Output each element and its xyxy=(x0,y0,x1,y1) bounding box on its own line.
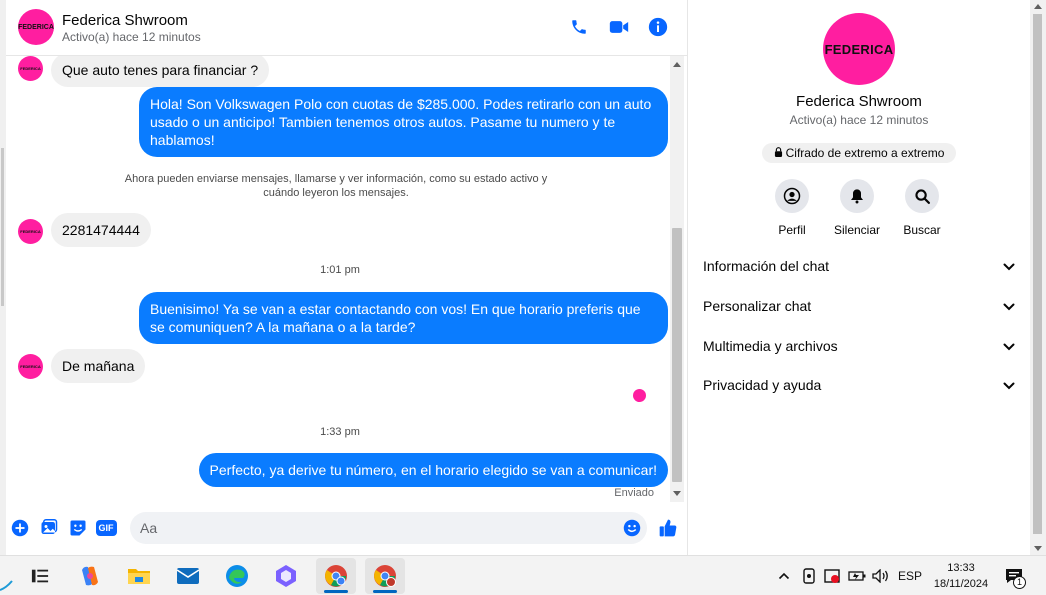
section-label: Privacidad y ayuda xyxy=(703,377,822,393)
search-icon xyxy=(905,179,939,213)
message-list: FEDERICA Que auto tenes para financiar ?… xyxy=(6,56,674,502)
profile-icon xyxy=(775,179,809,213)
section-privacy-help[interactable]: Privacidad y ayuda xyxy=(703,375,1015,395)
chat-scroll-thumb[interactable] xyxy=(672,228,682,482)
scroll-down-arrow[interactable] xyxy=(673,491,681,496)
timestamp: 1:01 pm xyxy=(320,264,360,276)
message-outgoing[interactable]: Buenisimo! Ya se van a estar contactando… xyxy=(139,292,668,344)
plus-icon[interactable] xyxy=(10,518,30,538)
message-incoming[interactable]: Que auto tenes para financiar ? xyxy=(51,56,270,87)
composer: GIF xyxy=(6,510,687,546)
profile-label: Perfil xyxy=(778,223,806,237)
emoji-icon[interactable] xyxy=(622,518,642,538)
chat-pane: FEDERICA Federica Shwroom Activo(a) hace… xyxy=(6,0,687,555)
like-icon[interactable] xyxy=(658,518,678,538)
volume-icon[interactable] xyxy=(871,566,891,586)
scroll-up-arrow[interactable] xyxy=(1034,4,1042,9)
mute-label: Silenciar xyxy=(833,223,881,237)
info-scroll-thumb[interactable] xyxy=(1033,14,1042,534)
gif-icon[interactable]: GIF xyxy=(95,518,117,538)
section-chat-info[interactable]: Información del chat xyxy=(703,256,1015,276)
chevron-up-icon[interactable] xyxy=(776,566,792,586)
bell-icon xyxy=(840,179,874,213)
section-label: Información del chat xyxy=(703,258,830,274)
section-media-files[interactable]: Multimedia y archivos xyxy=(703,336,1015,356)
message-input[interactable] xyxy=(130,512,647,544)
contact-status: Activo(a) hace 12 minutos xyxy=(62,30,201,44)
security-alert-icon[interactable] xyxy=(822,566,842,586)
left-edge-scrollbar[interactable] xyxy=(1,148,4,306)
phone-icon[interactable] xyxy=(568,16,590,38)
message-avatar-text: FEDERICA xyxy=(20,66,41,71)
profile-avatar-text: FEDERICA xyxy=(824,41,894,57)
section-label: Multimedia y archivos xyxy=(703,338,838,354)
notification-icon[interactable]: 1 xyxy=(1002,566,1026,589)
search-button[interactable]: Buscar xyxy=(892,179,952,237)
file-explorer-icon[interactable] xyxy=(119,558,159,594)
chat-info-pane: FEDERICA Federica Shwroom Activo(a) hace… xyxy=(688,0,1030,555)
message-incoming[interactable]: De mañana xyxy=(51,349,146,383)
copilot-icon[interactable] xyxy=(70,558,110,594)
scroll-up-arrow[interactable] xyxy=(673,62,681,67)
chevron-down-icon xyxy=(1003,338,1015,354)
contact-name[interactable]: Federica Shwroom xyxy=(62,12,188,29)
profile-status: Activo(a) hace 12 minutos xyxy=(789,113,929,127)
clock[interactable]: 13:33 18/11/2024 xyxy=(922,560,1000,592)
encryption-label: Cifrado de extremo a extremo xyxy=(785,146,945,160)
info-icon[interactable] xyxy=(647,16,669,38)
timestamp: 1:33 pm xyxy=(320,426,360,438)
message-avatar[interactable]: FEDERICA xyxy=(18,56,43,81)
profile-avatar[interactable]: FEDERICA xyxy=(823,13,895,85)
chat-scrollbar[interactable] xyxy=(670,56,684,502)
lock-icon xyxy=(774,146,783,160)
clock-time: 13:33 xyxy=(947,562,975,574)
message-avatar-text: FEDERICA xyxy=(20,364,41,369)
chat-header: FEDERICA Federica Shwroom Activo(a) hace… xyxy=(6,0,687,56)
search-label: Buscar xyxy=(903,223,941,237)
info-scrollbar[interactable] xyxy=(1030,0,1046,555)
sent-status: Enviado xyxy=(614,487,654,499)
image-icon[interactable] xyxy=(39,518,59,538)
message-avatar[interactable]: FEDERICA xyxy=(18,354,43,379)
chevron-down-icon xyxy=(1003,298,1015,314)
seen-indicator-avatar xyxy=(633,389,646,402)
chevron-down-icon xyxy=(1003,258,1015,274)
message-avatar-text: FEDERICA xyxy=(20,229,41,234)
chrome-icon[interactable] xyxy=(316,558,356,594)
app-root: FEDERICA Federica Shwroom Activo(a) hace… xyxy=(0,0,1046,595)
system-notice: Ahora pueden enviarse mensajes, llamarse… xyxy=(124,173,548,199)
message-outgoing[interactable]: Hola! Son Volkswagen Polo con cuotas de … xyxy=(139,87,668,157)
notification-count: 1 xyxy=(1013,576,1026,589)
sticker-icon[interactable] xyxy=(68,518,88,538)
scroll-down-arrow[interactable] xyxy=(1034,546,1042,551)
header-avatar[interactable]: FEDERICA xyxy=(18,9,54,45)
mute-button[interactable]: Silenciar xyxy=(827,179,887,237)
language-indicator[interactable]: ESP xyxy=(896,566,924,586)
active-indicator xyxy=(373,590,397,593)
profile-button[interactable]: Perfil xyxy=(762,179,822,237)
chrome-profile-icon[interactable] xyxy=(365,558,405,594)
taskbar: ESP 13:33 18/11/2024 1 xyxy=(0,555,1046,595)
active-indicator xyxy=(324,590,348,593)
meet-now-icon[interactable] xyxy=(800,566,818,586)
teams-icon[interactable] xyxy=(266,558,306,594)
header-avatar-text: FEDERICA xyxy=(18,23,54,31)
edge-swoosh-icon xyxy=(0,578,14,592)
profile-name: Federica Shwroom xyxy=(796,93,922,110)
video-icon[interactable] xyxy=(608,16,630,38)
edge-icon[interactable] xyxy=(217,558,257,594)
message-avatar[interactable]: FEDERICA xyxy=(18,219,43,244)
message-incoming[interactable]: 2281474444 xyxy=(51,213,151,247)
section-label: Personalizar chat xyxy=(703,298,812,314)
message-outgoing[interactable]: Perfecto, ya derive tu número, en el hor… xyxy=(198,453,668,487)
task-view-icon[interactable] xyxy=(20,558,60,594)
chevron-down-icon xyxy=(1003,377,1015,393)
gif-label: GIF xyxy=(95,520,117,536)
clock-date: 18/11/2024 xyxy=(933,578,989,590)
mail-icon[interactable] xyxy=(168,558,208,594)
encryption-badge[interactable]: Cifrado de extremo a extremo xyxy=(762,143,956,163)
section-customize-chat[interactable]: Personalizar chat xyxy=(703,296,1015,316)
battery-icon[interactable] xyxy=(847,566,867,586)
